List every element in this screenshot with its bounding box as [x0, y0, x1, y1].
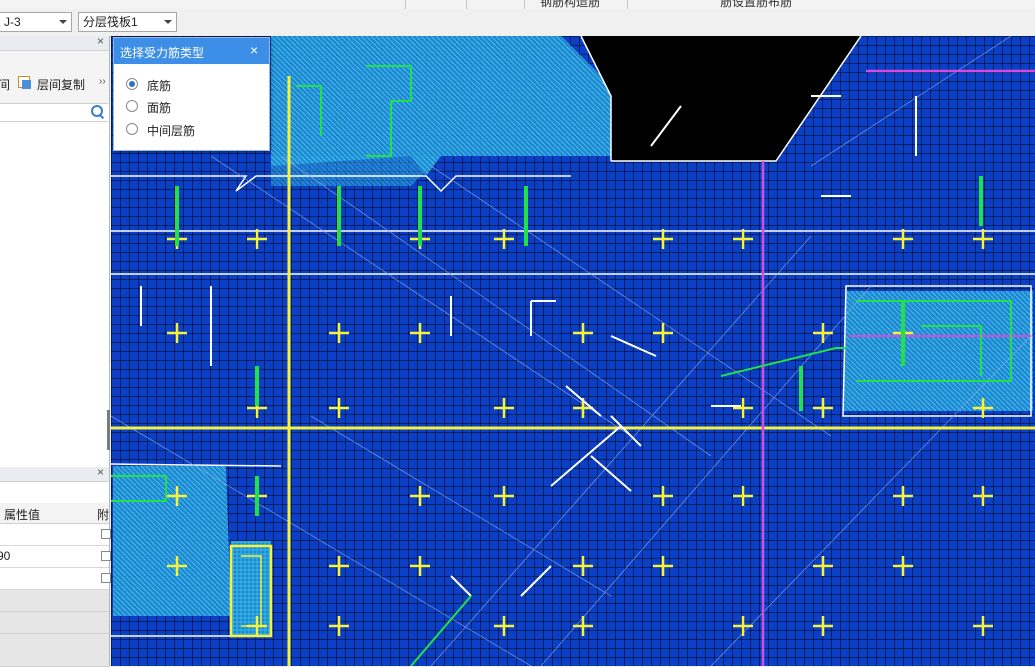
properties-column-header: 属性值 附	[0, 503, 109, 524]
floor-combo[interactable]: J-3	[0, 12, 72, 32]
dialog-title: 选择受力筋类型	[120, 46, 205, 60]
option-top-rebar[interactable]: 面筋	[126, 98, 256, 116]
component-combo-value: 分层筏板1	[83, 15, 138, 29]
column-attach-header: 附	[97, 508, 110, 522]
property-row-empty	[0, 634, 109, 667]
attach-checkbox[interactable]	[101, 551, 111, 561]
radio-selected-icon[interactable]	[126, 78, 138, 90]
option-middle-rebar[interactable]: 中间层筋	[126, 121, 256, 139]
property-row[interactable]	[0, 524, 111, 546]
attach-checkbox[interactable]	[101, 573, 111, 583]
radio-icon[interactable]	[126, 123, 138, 135]
copy-between-floors-button[interactable]: 层间复制	[37, 76, 85, 93]
panel-toolbar: 间 层间复制 ››	[0, 51, 109, 105]
property-row[interactable]	[0, 568, 111, 590]
search-input[interactable]	[0, 103, 108, 122]
option-bottom-rebar[interactable]: 底筋	[126, 76, 256, 94]
dialog-title-bar[interactable]: 选择受力筋类型 ×	[114, 38, 269, 64]
close-icon[interactable]: ×	[250, 42, 258, 58]
option-label[interactable]: 底筋	[147, 77, 171, 94]
more-tools-icon[interactable]: ››	[99, 76, 106, 87]
column-value-header: 属性值	[4, 508, 41, 522]
properties-panel: × 属性值 附 90	[0, 465, 111, 667]
properties-header: ×	[0, 465, 109, 482]
rebar-type-dialog: 选择受力筋类型 × 底筋 面筋 中间层筋	[113, 37, 270, 151]
chevron-down-icon	[59, 20, 67, 24]
panel-header: ×	[0, 34, 109, 51]
tool-cut-label[interactable]: 间	[0, 76, 10, 93]
option-label[interactable]: 面筋	[147, 99, 171, 116]
property-row-empty	[0, 590, 109, 612]
property-row[interactable]: 90	[0, 546, 111, 568]
radio-icon[interactable]	[126, 100, 138, 112]
floor-combo-value: J-3	[4, 15, 21, 29]
option-label[interactable]: 中间层筋	[147, 122, 195, 139]
component-combo[interactable]: 分层筏板1	[78, 12, 177, 32]
chevron-down-icon	[164, 20, 172, 24]
attach-checkbox[interactable]	[101, 529, 111, 539]
close-icon[interactable]: ×	[97, 34, 104, 48]
property-value[interactable]: 90	[0, 549, 10, 563]
search-icon[interactable]	[91, 105, 103, 117]
close-icon[interactable]: ×	[97, 465, 104, 479]
property-row-empty	[0, 612, 109, 634]
splitter-handle[interactable]	[107, 410, 110, 450]
copy-layers-icon[interactable]	[18, 76, 31, 89]
selector-toolbar: J-3 分层筏板1	[0, 9, 1035, 37]
